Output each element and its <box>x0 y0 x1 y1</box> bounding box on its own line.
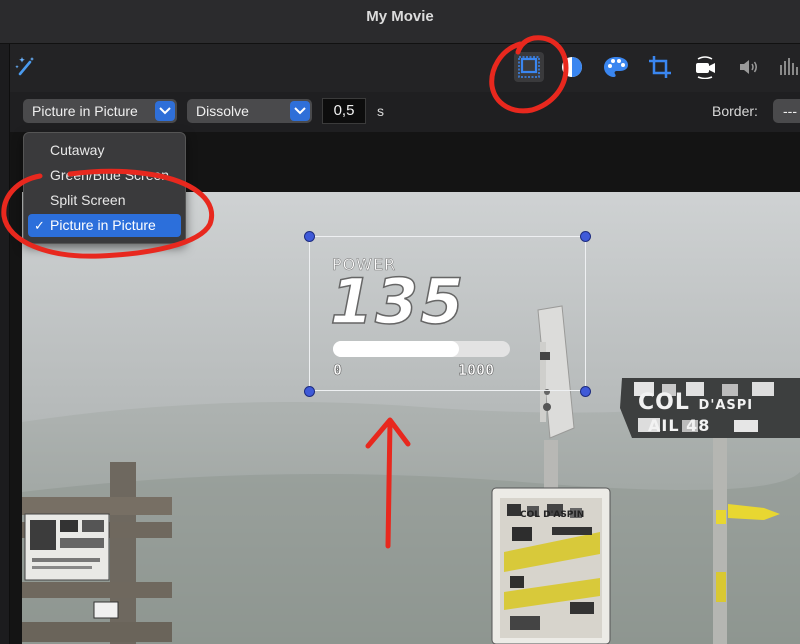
duration-field[interactable]: 0,5 <box>322 98 366 124</box>
pip-resize-handle-top-left[interactable] <box>304 231 315 242</box>
video-overlay-settings-icon[interactable] <box>514 52 544 82</box>
adjustments-toolbar <box>0 44 800 92</box>
border-popup[interactable]: --- <box>773 99 800 123</box>
pip-resize-handle-bottom-right[interactable] <box>580 386 591 397</box>
volume-icon[interactable] <box>734 52 764 82</box>
menu-item-green-blue-screen[interactable]: Green/Blue Screen <box>28 164 181 187</box>
pip-resize-handle-top-right[interactable] <box>580 231 591 242</box>
power-bar-fill <box>333 341 459 357</box>
menu-item-picture-in-picture[interactable]: ✓ Picture in Picture <box>28 214 181 237</box>
overlay-type-popup[interactable]: Picture in Picture <box>23 99 177 123</box>
sign-text-ail: AIL <box>648 416 680 435</box>
viewer-left-margin <box>10 192 22 644</box>
overlay-type-value: Picture in Picture <box>32 103 138 119</box>
color-correction-icon[interactable] <box>601 52 631 82</box>
crop-icon[interactable] <box>645 52 675 82</box>
left-edge <box>0 44 10 644</box>
menu-item-cutaway[interactable]: Cutaway <box>28 139 181 162</box>
power-value: 135 <box>329 265 466 339</box>
sign-text-lower: AIL 48 <box>648 416 710 435</box>
sign-text-col: COL <box>638 390 690 415</box>
sign-text: COL D'ASPI <box>638 390 753 415</box>
sign-text-48: 48 <box>686 416 711 435</box>
sign-text-aspin: D'ASPI <box>698 398 754 413</box>
magic-wand-icon[interactable] <box>14 54 38 78</box>
power-max: 1000 <box>458 361 495 380</box>
overlay-type-menu: Cutaway Green/Blue Screen Split Screen ✓… <box>23 132 186 244</box>
duration-unit: s <box>377 103 384 119</box>
board-text: COL D'ASPIN <box>520 510 585 520</box>
window-title: My Movie <box>366 8 434 25</box>
color-balance-icon[interactable] <box>557 52 587 82</box>
checkmark-icon: ✓ <box>34 218 45 233</box>
menu-item-label: Split Screen <box>50 192 126 208</box>
border-label: Border: <box>712 103 758 119</box>
noise-reduction-icon[interactable] <box>775 52 800 82</box>
menu-item-label: Cutaway <box>50 142 105 158</box>
transition-value: Dissolve <box>196 103 249 119</box>
stabilization-icon[interactable] <box>690 52 720 82</box>
title-bar: My Movie <box>0 0 800 44</box>
transition-popup[interactable]: Dissolve <box>187 99 312 123</box>
power-min: 0 <box>333 361 343 380</box>
menu-item-label: Green/Blue Screen <box>50 167 170 183</box>
menu-item-split-screen[interactable]: Split Screen <box>28 189 181 212</box>
chevron-down-icon <box>290 101 310 121</box>
chevron-down-icon <box>155 101 175 121</box>
pip-resize-handle-bottom-left[interactable] <box>304 386 315 397</box>
menu-item-label: Picture in Picture <box>50 217 156 233</box>
